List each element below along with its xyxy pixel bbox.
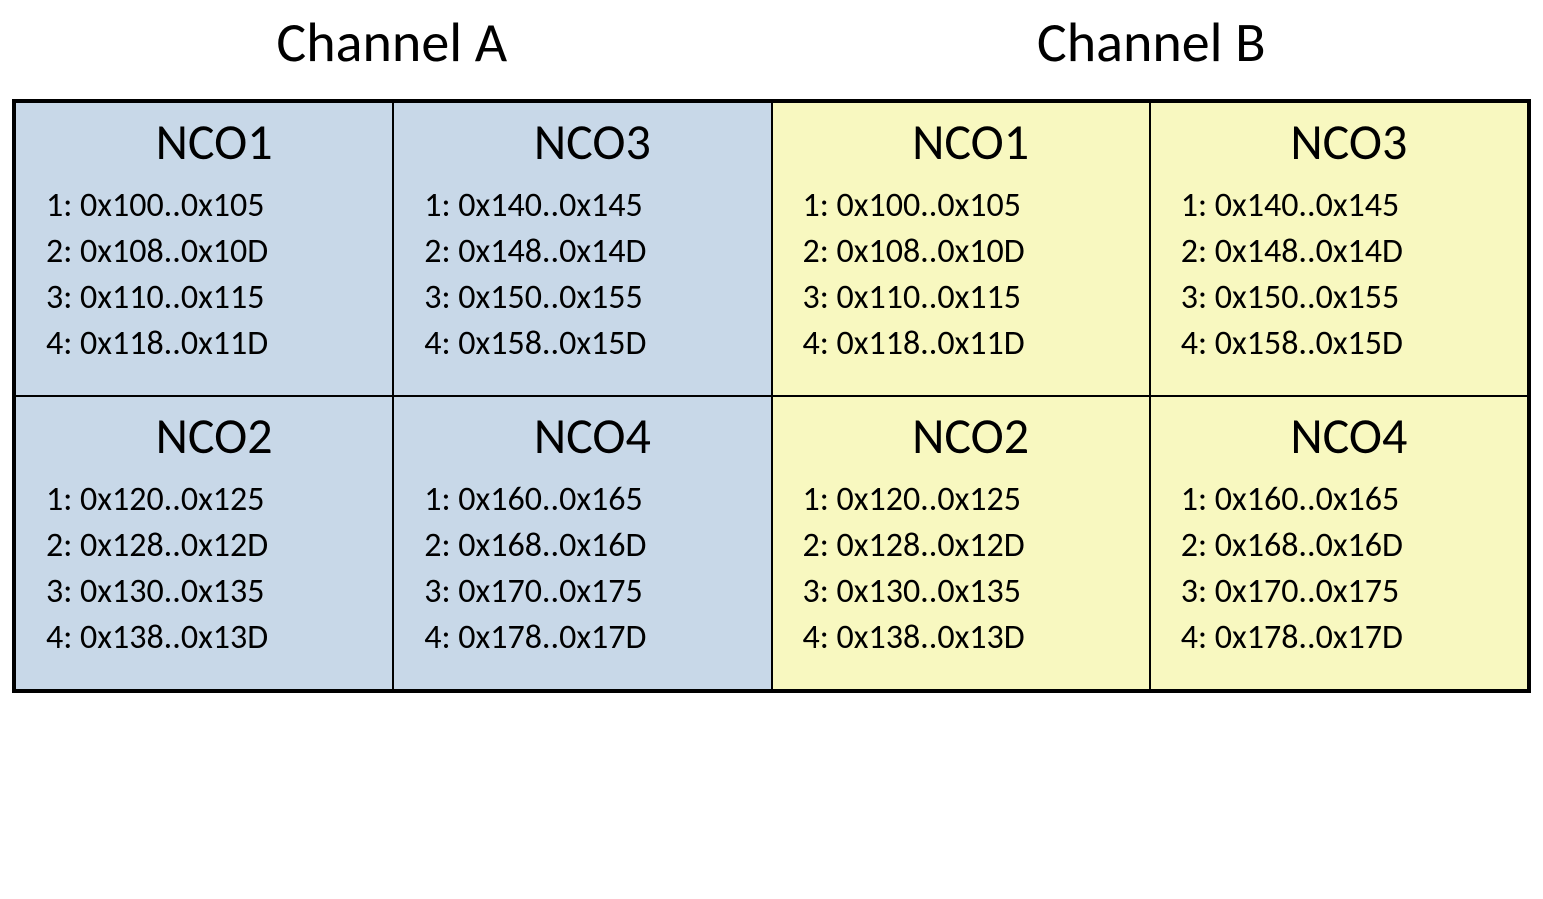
- cell-a-nco2: NCO2 1: 0x120..0x125 2: 0x128..0x12D 3: …: [15, 396, 393, 690]
- addr-range: 4: 0x118..0x11D: [803, 321, 1139, 367]
- addr-range: 3: 0x110..0x115: [803, 275, 1139, 321]
- nco-title: NCO2: [803, 411, 1139, 464]
- addr-range: 1: 0x100..0x105: [46, 183, 382, 229]
- addr-range: 3: 0x110..0x115: [46, 275, 382, 321]
- addr-range: 1: 0x120..0x125: [803, 477, 1139, 523]
- addr-range: 2: 0x148..0x14D: [424, 229, 760, 275]
- header-channel-b: Channel B: [772, 6, 1532, 99]
- addr-range: 2: 0x108..0x10D: [46, 229, 382, 275]
- addr-range: 4: 0x118..0x11D: [46, 321, 382, 367]
- addr-range: 1: 0x100..0x105: [803, 183, 1139, 229]
- addr-range: 4: 0x178..0x17D: [424, 615, 760, 661]
- addr-range: 4: 0x138..0x13D: [803, 615, 1139, 661]
- addr-range: 4: 0x158..0x15D: [424, 321, 760, 367]
- nco-title: NCO1: [46, 117, 382, 170]
- cell-b-nco1: NCO1 1: 0x100..0x105 2: 0x108..0x10D 3: …: [772, 102, 1150, 396]
- cell-a-nco1: NCO1 1: 0x100..0x105 2: 0x108..0x10D 3: …: [15, 102, 393, 396]
- nco-title: NCO4: [1181, 411, 1517, 464]
- cell-b-nco2: NCO2 1: 0x120..0x125 2: 0x128..0x12D 3: …: [772, 396, 1150, 690]
- addr-range: 2: 0x168..0x16D: [424, 523, 760, 569]
- nco-register-map: Channel A Channel B NCO1 1: 0x100..0x105…: [0, 0, 1543, 713]
- cell-b-nco4: NCO4 1: 0x160..0x165 2: 0x168..0x16D 3: …: [1150, 396, 1528, 690]
- addr-range: 3: 0x170..0x175: [424, 569, 760, 615]
- header-channel-a: Channel A: [12, 6, 772, 99]
- addr-range: 4: 0x158..0x15D: [1181, 321, 1517, 367]
- addr-range: 3: 0x130..0x135: [46, 569, 382, 615]
- addr-range: 1: 0x140..0x145: [424, 183, 760, 229]
- addr-range: 3: 0x130..0x135: [803, 569, 1139, 615]
- addr-range: 2: 0x168..0x16D: [1181, 523, 1517, 569]
- addr-range: 2: 0x128..0x12D: [803, 523, 1139, 569]
- addr-range: 3: 0x150..0x155: [424, 275, 760, 321]
- addr-range: 3: 0x150..0x155: [1181, 275, 1517, 321]
- addr-range: 2: 0x148..0x14D: [1181, 229, 1517, 275]
- nco-title: NCO2: [46, 411, 382, 464]
- nco-title: NCO4: [424, 411, 760, 464]
- addr-range: 3: 0x170..0x175: [1181, 569, 1517, 615]
- cell-a-nco4: NCO4 1: 0x160..0x165 2: 0x168..0x16D 3: …: [393, 396, 771, 690]
- addr-range: 1: 0x140..0x145: [1181, 183, 1517, 229]
- addr-range: 2: 0x108..0x10D: [803, 229, 1139, 275]
- addr-range: 1: 0x120..0x125: [46, 477, 382, 523]
- nco-grid: NCO1 1: 0x100..0x105 2: 0x108..0x10D 3: …: [12, 99, 1531, 693]
- nco-title: NCO3: [1181, 117, 1517, 170]
- addr-range: 2: 0x128..0x12D: [46, 523, 382, 569]
- nco-title: NCO1: [803, 117, 1139, 170]
- nco-title: NCO3: [424, 117, 760, 170]
- cell-b-nco3: NCO3 1: 0x140..0x145 2: 0x148..0x14D 3: …: [1150, 102, 1528, 396]
- addr-range: 1: 0x160..0x165: [424, 477, 760, 523]
- addr-range: 4: 0x138..0x13D: [46, 615, 382, 661]
- addr-range: 4: 0x178..0x17D: [1181, 615, 1517, 661]
- cell-a-nco3: NCO3 1: 0x140..0x145 2: 0x148..0x14D 3: …: [393, 102, 771, 396]
- addr-range: 1: 0x160..0x165: [1181, 477, 1517, 523]
- channel-headers: Channel A Channel B: [12, 6, 1531, 99]
